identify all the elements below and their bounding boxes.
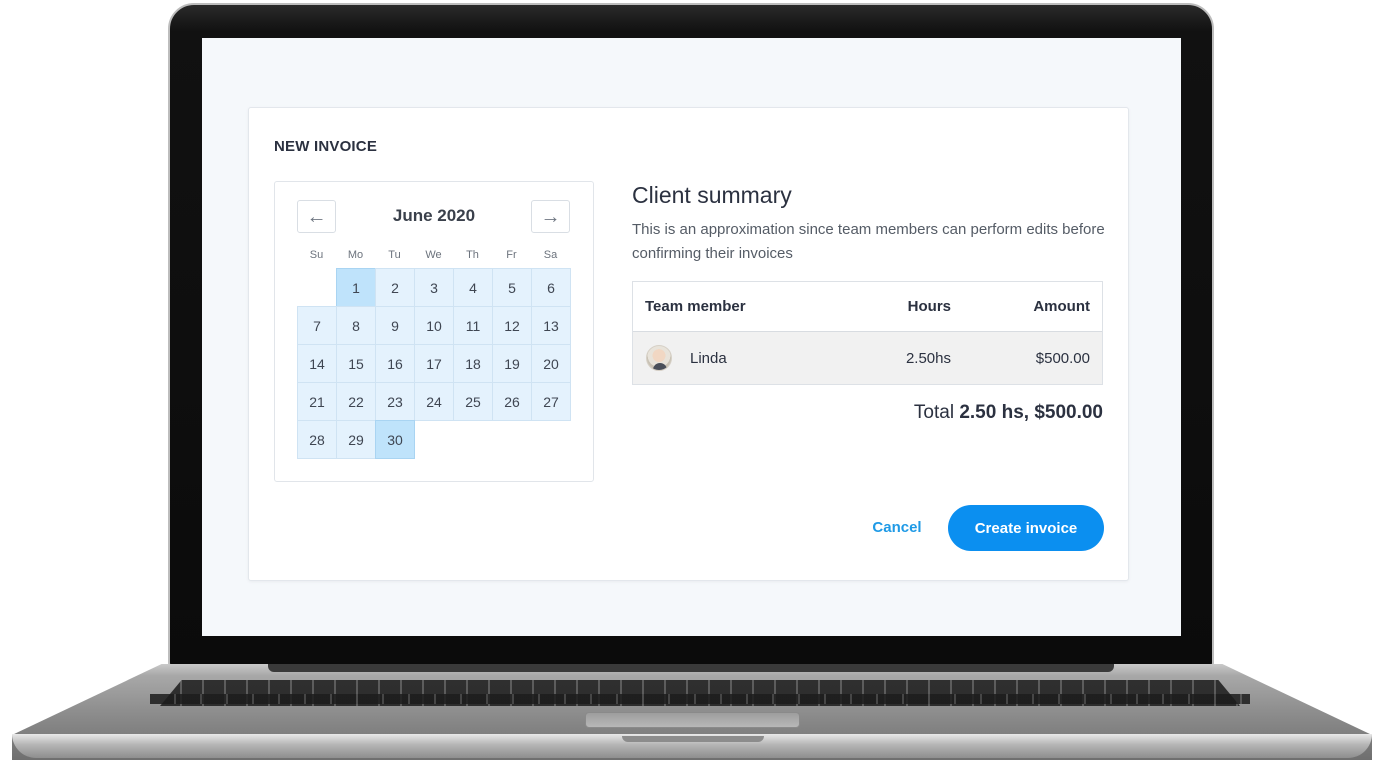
row-amount: $500.00 <box>1035 349 1090 367</box>
weekday-label: Mo <box>347 249 364 261</box>
calendar-day-13[interactable]: 13 <box>531 306 571 345</box>
calendar-day-5[interactable]: 5 <box>492 268 532 307</box>
calendar-day-11[interactable]: 11 <box>453 306 493 345</box>
summary-table: Team member Hours Amount Linda 2.50hs $5… <box>632 281 1103 385</box>
arrow-left-icon: ← <box>306 205 327 228</box>
calendar-day-27[interactable]: 27 <box>531 382 571 421</box>
calendar-day-28[interactable]: 28 <box>297 420 337 459</box>
calendar-day-8[interactable]: 8 <box>336 306 376 345</box>
table-row: Linda 2.50hs $500.00 <box>633 332 1102 384</box>
laptop-trackpad <box>585 712 800 728</box>
total-label: Total <box>913 402 955 423</box>
calendar-day-9[interactable]: 9 <box>375 306 415 345</box>
calendar-day-16[interactable]: 16 <box>375 344 415 383</box>
calendar-day-1[interactable]: 1 <box>336 268 376 307</box>
weekday-label: Sa <box>543 249 558 261</box>
calendar-day-25[interactable]: 25 <box>453 382 493 421</box>
laptop-hinge <box>268 664 1114 672</box>
calendar-day-14[interactable]: 14 <box>297 344 337 383</box>
avatar <box>646 345 672 371</box>
calendar-day-17[interactable]: 17 <box>414 344 454 383</box>
row-member-cell: Linda <box>633 345 863 371</box>
weekday-label: Su <box>309 249 324 261</box>
laptop-keyboard-row <box>150 694 1250 704</box>
weekday-label: Th <box>466 249 479 261</box>
summary-total: Total 2.50 hs, $500.00 <box>632 402 1103 424</box>
table-header: Team member Hours Amount <box>633 282 1102 332</box>
row-member-name: Linda <box>690 349 727 367</box>
summary-title: Client summary <box>632 182 792 208</box>
calendar-weekdays: Su Mo Tu We Th Fr Sa <box>297 249 570 261</box>
calendar: ← June 2020 → Su Mo Tu We Th Fr Sa 1 2 3 4 5 6 7 8 9 10… <box>274 181 594 482</box>
calendar-day-12[interactable]: 12 <box>492 306 532 345</box>
calendar-day-21[interactable]: 21 <box>297 382 337 421</box>
calendar-month-label: June 2020 <box>392 206 476 225</box>
calendar-day-18[interactable]: 18 <box>453 344 493 383</box>
calendar-day-20[interactable]: 20 <box>531 344 571 383</box>
weekday-label: We <box>425 249 442 261</box>
column-header-hours: Hours <box>907 298 951 315</box>
calendar-day-3[interactable]: 3 <box>414 268 454 307</box>
calendar-day-7[interactable]: 7 <box>297 306 337 345</box>
laptop-notch <box>622 736 764 742</box>
weekday-label: Tu <box>388 249 401 261</box>
calendar-day-19[interactable]: 19 <box>492 344 532 383</box>
column-header-member: Team member <box>645 298 746 315</box>
card-title: NEW INVOICE <box>274 138 378 155</box>
calendar-day-10[interactable]: 10 <box>414 306 454 345</box>
column-header-amount: Amount <box>1033 298 1090 315</box>
calendar-day-22[interactable]: 22 <box>336 382 376 421</box>
calendar-day-15[interactable]: 15 <box>336 344 376 383</box>
calendar-day-4[interactable]: 4 <box>453 268 493 307</box>
create-invoice-button[interactable]: Create invoice <box>948 505 1104 551</box>
calendar-prev-button[interactable]: ← <box>297 200 336 233</box>
invoice-card: NEW INVOICE ← June 2020 → Su Mo Tu We Th Fr Sa… <box>248 107 1129 581</box>
calendar-day-30[interactable]: 30 <box>375 420 415 459</box>
cancel-button[interactable]: Cancel <box>861 515 933 541</box>
calendar-next-button[interactable]: → <box>531 200 570 233</box>
total-value: 2.50 hs, $500.00 <box>959 402 1103 423</box>
calendar-day-26[interactable]: 26 <box>492 382 532 421</box>
calendar-day-24[interactable]: 24 <box>414 382 454 421</box>
calendar-day-2[interactable]: 2 <box>375 268 415 307</box>
arrow-right-icon: → <box>540 205 561 228</box>
calendar-day-grid: 1 2 3 4 5 6 7 8 9 10 11 12 13 14 15 16 17 18 19 20 21 22 23 24 2… <box>297 268 571 459</box>
laptop-screen: NEW INVOICE ← June 2020 → Su Mo Tu We Th Fr Sa… <box>202 38 1181 636</box>
weekday-label: Fr <box>506 249 517 261</box>
calendar-blank-cell <box>297 268 337 307</box>
calendar-day-6[interactable]: 6 <box>531 268 571 307</box>
calendar-day-29[interactable]: 29 <box>336 420 376 459</box>
calendar-day-23[interactable]: 23 <box>375 382 415 421</box>
row-hours: 2.50hs <box>905 349 951 367</box>
summary-description: This is an approximation since team memb… <box>632 221 1105 262</box>
